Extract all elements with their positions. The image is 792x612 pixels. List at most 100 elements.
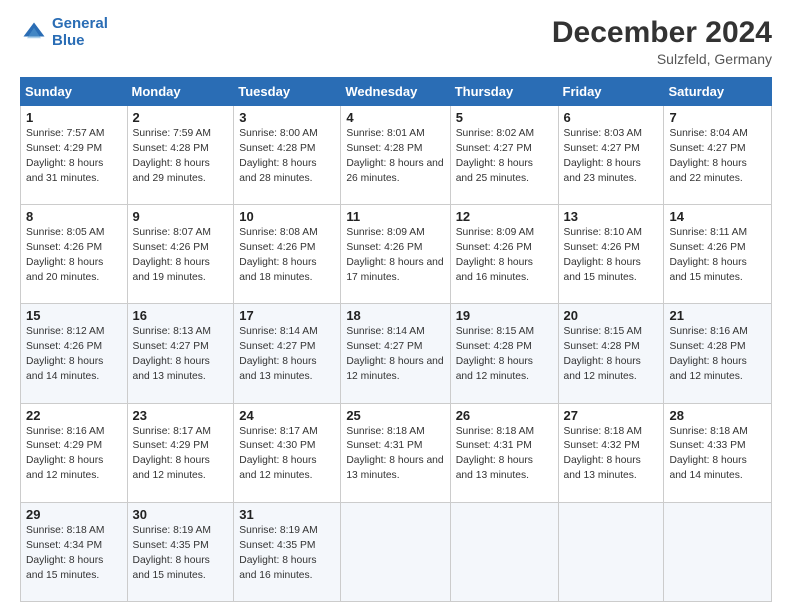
cell-details: Sunrise: 8:08 AMSunset: 4:26 PMDaylight:… [239, 226, 335, 286]
day-number: 20 [564, 308, 659, 323]
day-number: 13 [564, 209, 659, 224]
calendar-header-row: SundayMondayTuesdayWednesdayThursdayFrid… [21, 78, 772, 106]
calendar-cell: 7 Sunrise: 8:04 AMSunset: 4:27 PMDaylight… [664, 106, 772, 205]
calendar-cell: 21Sunrise: 8:16 AMSunset: 4:28 PMDayligh… [664, 304, 772, 403]
calendar-cell: 18Sunrise: 8:14 AMSunset: 4:27 PMDayligh… [341, 304, 450, 403]
calendar-cell: 12Sunrise: 8:09 AMSunset: 4:26 PMDayligh… [450, 205, 558, 304]
calendar-week-2: 8 Sunrise: 8:05 AMSunset: 4:26 PMDaylight… [21, 205, 772, 304]
day-number: 19 [456, 308, 553, 323]
calendar-cell: 5 Sunrise: 8:02 AMSunset: 4:27 PMDaylight… [450, 106, 558, 205]
calendar-cell: 27 Sunrise: 8:18 AMSunset: 4:32 PMDayligh… [558, 403, 664, 502]
calendar-table: SundayMondayTuesdayWednesdayThursdayFrid… [20, 77, 772, 602]
day-number: 14 [669, 209, 766, 224]
day-number: 15 [26, 308, 122, 323]
calendar-cell: 24 Sunrise: 8:17 AMSunset: 4:30 PMDayligh… [234, 403, 341, 502]
calendar-cell: 8 Sunrise: 8:05 AMSunset: 4:26 PMDaylight… [21, 205, 128, 304]
calendar-cell: 26 Sunrise: 8:18 AMSunset: 4:31 PMDayligh… [450, 403, 558, 502]
calendar-cell: 1 Sunrise: 7:57 AMSunset: 4:29 PMDaylight… [21, 106, 128, 205]
day-number: 27 [564, 408, 659, 423]
title-block: December 2024 Sulzfeld, Germany [552, 16, 772, 67]
day-number: 8 [26, 209, 122, 224]
day-number: 24 [239, 408, 335, 423]
cell-details: Sunrise: 8:15 AMSunset: 4:28 PMDaylight:… [564, 325, 659, 385]
cell-details: Sunrise: 8:05 AMSunset: 4:26 PMDaylight:… [26, 226, 122, 286]
calendar-cell [558, 502, 664, 601]
calendar-header-monday: Monday [127, 78, 234, 106]
calendar-header-thursday: Thursday [450, 78, 558, 106]
day-number: 3 [239, 110, 335, 125]
logo-text: General Blue [52, 16, 108, 49]
cell-details: Sunrise: 8:18 AMSunset: 4:31 PMDaylight:… [346, 425, 444, 485]
calendar-week-4: 22 Sunrise: 8:16 AMSunset: 4:29 PMDayligh… [21, 403, 772, 502]
day-number: 6 [564, 110, 659, 125]
day-number: 31 [239, 507, 335, 522]
location: Sulzfeld, Germany [552, 51, 772, 67]
cell-details: Sunrise: 8:14 AMSunset: 4:27 PMDaylight:… [346, 325, 444, 385]
header: General Blue December 2024 Sulzfeld, Ger… [20, 16, 772, 67]
calendar-cell: 31 Sunrise: 8:19 AMSunset: 4:35 PMDayligh… [234, 502, 341, 601]
day-number: 26 [456, 408, 553, 423]
calendar-header-sunday: Sunday [21, 78, 128, 106]
cell-details: Sunrise: 8:18 AMSunset: 4:32 PMDaylight:… [564, 425, 659, 485]
day-number: 16 [133, 308, 229, 323]
calendar-cell: 20 Sunrise: 8:15 AMSunset: 4:28 PMDayligh… [558, 304, 664, 403]
logo: General Blue [20, 16, 108, 49]
day-number: 25 [346, 408, 444, 423]
day-number: 22 [26, 408, 122, 423]
calendar-cell: 2 Sunrise: 7:59 AMSunset: 4:28 PMDaylight… [127, 106, 234, 205]
day-number: 11 [346, 209, 444, 224]
cell-details: Sunrise: 8:04 AMSunset: 4:27 PMDaylight:… [669, 127, 766, 187]
calendar-header-tuesday: Tuesday [234, 78, 341, 106]
calendar-cell: 16 Sunrise: 8:13 AMSunset: 4:27 PMDayligh… [127, 304, 234, 403]
calendar-header-friday: Friday [558, 78, 664, 106]
calendar-cell: 19Sunrise: 8:15 AMSunset: 4:28 PMDayligh… [450, 304, 558, 403]
cell-details: Sunrise: 8:09 AMSunset: 4:26 PMDaylight:… [456, 226, 553, 286]
cell-details: Sunrise: 8:11 AMSunset: 4:26 PMDaylight:… [669, 226, 766, 286]
calendar-cell: 14 Sunrise: 8:11 AMSunset: 4:26 PMDayligh… [664, 205, 772, 304]
cell-details: Sunrise: 8:10 AMSunset: 4:26 PMDaylight:… [564, 226, 659, 286]
calendar-cell: 11 Sunrise: 8:09 AMSunset: 4:26 PMDayligh… [341, 205, 450, 304]
cell-details: Sunrise: 8:17 AMSunset: 4:29 PMDaylight:… [133, 425, 229, 485]
calendar-week-1: 1 Sunrise: 7:57 AMSunset: 4:29 PMDaylight… [21, 106, 772, 205]
calendar-cell [450, 502, 558, 601]
calendar-week-5: 29 Sunrise: 8:18 AMSunset: 4:34 PMDayligh… [21, 502, 772, 601]
day-number: 1 [26, 110, 122, 125]
day-number: 21 [669, 308, 766, 323]
calendar-cell: 3 Sunrise: 8:00 AMSunset: 4:28 PMDaylight… [234, 106, 341, 205]
cell-details: Sunrise: 8:19 AMSunset: 4:35 PMDaylight:… [239, 524, 335, 584]
calendar-week-3: 15Sunrise: 8:12 AMSunset: 4:26 PMDayligh… [21, 304, 772, 403]
day-number: 30 [133, 507, 229, 522]
day-number: 9 [133, 209, 229, 224]
cell-details: Sunrise: 8:18 AMSunset: 4:34 PMDaylight:… [26, 524, 122, 584]
cell-details: Sunrise: 8:17 AMSunset: 4:30 PMDaylight:… [239, 425, 335, 485]
calendar-cell: 13 Sunrise: 8:10 AMSunset: 4:26 PMDayligh… [558, 205, 664, 304]
day-number: 23 [133, 408, 229, 423]
calendar-cell: 22 Sunrise: 8:16 AMSunset: 4:29 PMDayligh… [21, 403, 128, 502]
day-number: 28 [669, 408, 766, 423]
logo-icon [20, 19, 48, 47]
cell-details: Sunrise: 8:03 AMSunset: 4:27 PMDaylight:… [564, 127, 659, 187]
cell-details: Sunrise: 8:09 AMSunset: 4:26 PMDaylight:… [346, 226, 444, 286]
calendar-cell: 9Sunrise: 8:07 AMSunset: 4:26 PMDaylight… [127, 205, 234, 304]
cell-details: Sunrise: 7:57 AMSunset: 4:29 PMDaylight:… [26, 127, 122, 187]
day-number: 2 [133, 110, 229, 125]
day-number: 7 [669, 110, 766, 125]
calendar-cell: 4Sunrise: 8:01 AMSunset: 4:28 PMDaylight… [341, 106, 450, 205]
cell-details: Sunrise: 8:00 AMSunset: 4:28 PMDaylight:… [239, 127, 335, 187]
cell-details: Sunrise: 8:02 AMSunset: 4:27 PMDaylight:… [456, 127, 553, 187]
cell-details: Sunrise: 7:59 AMSunset: 4:28 PMDaylight:… [133, 127, 229, 187]
calendar-cell: 29 Sunrise: 8:18 AMSunset: 4:34 PMDayligh… [21, 502, 128, 601]
cell-details: Sunrise: 8:16 AMSunset: 4:29 PMDaylight:… [26, 425, 122, 485]
cell-details: Sunrise: 8:13 AMSunset: 4:27 PMDaylight:… [133, 325, 229, 385]
calendar-cell: 23 Sunrise: 8:17 AMSunset: 4:29 PMDayligh… [127, 403, 234, 502]
calendar-header-wednesday: Wednesday [341, 78, 450, 106]
calendar-cell: 10Sunrise: 8:08 AMSunset: 4:26 PMDayligh… [234, 205, 341, 304]
calendar-header-saturday: Saturday [664, 78, 772, 106]
day-number: 5 [456, 110, 553, 125]
calendar-cell: 25 Sunrise: 8:18 AMSunset: 4:31 PMDayligh… [341, 403, 450, 502]
cell-details: Sunrise: 8:18 AMSunset: 4:33 PMDaylight:… [669, 425, 766, 485]
cell-details: Sunrise: 8:18 AMSunset: 4:31 PMDaylight:… [456, 425, 553, 485]
day-number: 4 [346, 110, 444, 125]
calendar-cell [341, 502, 450, 601]
day-number: 29 [26, 507, 122, 522]
